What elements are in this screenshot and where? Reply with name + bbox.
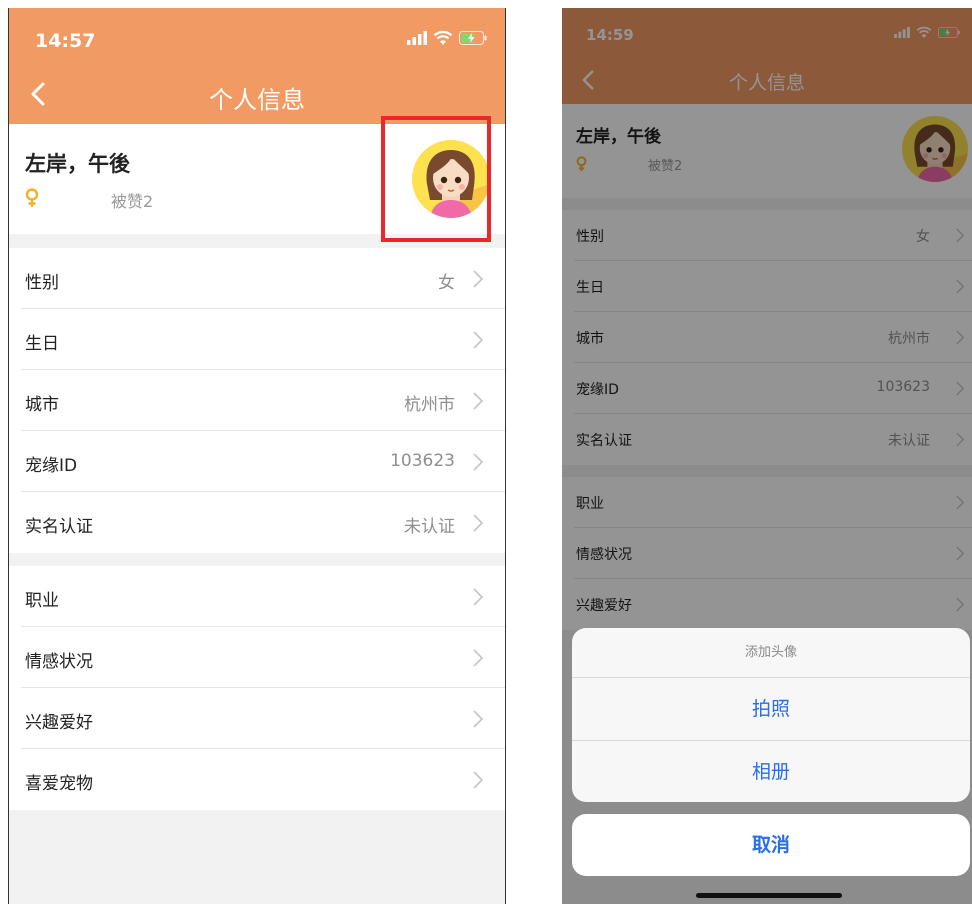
row-label: 性别 xyxy=(25,273,59,293)
row-label: 兴趣爱好 xyxy=(25,713,93,733)
photo-album-button[interactable]: 相册 xyxy=(572,740,970,802)
chevron-right-icon xyxy=(473,270,483,288)
row-value: 未认证 xyxy=(404,517,455,537)
phone-screen-right: 14:59 个人信息 左岸，午後 被赞2 性别 女 生日 城市 杭州市 宠缘ID… xyxy=(562,8,972,904)
profile-name: 左岸，午後 xyxy=(25,152,130,176)
list-row[interactable]: 宠缘ID 103623 xyxy=(9,431,505,492)
nav-header: 14:57 个人信息 xyxy=(9,8,505,124)
row-value: 103623 xyxy=(390,451,455,471)
take-photo-button[interactable]: 拍照 xyxy=(572,678,970,740)
list-row[interactable]: 生日 xyxy=(9,309,505,370)
list-row[interactable]: 喜爱宠物 xyxy=(9,749,505,810)
likes-count: 被赞2 xyxy=(111,192,154,211)
chevron-right-icon xyxy=(473,453,483,471)
chevron-right-icon xyxy=(473,331,483,349)
signal-icon xyxy=(407,30,427,45)
action-sheet-title: 添加头像 xyxy=(572,628,970,678)
chevron-right-icon xyxy=(473,588,483,606)
chevron-right-icon xyxy=(473,392,483,410)
chevron-right-icon xyxy=(473,771,483,789)
chevron-right-icon xyxy=(473,649,483,667)
row-value: 女 xyxy=(438,273,455,293)
list-row[interactable]: 情感状况 xyxy=(9,627,505,688)
page-title: 个人信息 xyxy=(209,86,305,114)
row-label: 情感状况 xyxy=(25,652,93,672)
row-label: 生日 xyxy=(25,334,59,354)
row-label: 宠缘ID xyxy=(25,456,78,476)
list-row[interactable]: 性别 女 xyxy=(9,248,505,309)
status-time: 14:57 xyxy=(35,30,96,52)
chevron-right-icon xyxy=(473,514,483,532)
row-label: 喜爱宠物 xyxy=(25,774,93,794)
row-value: 杭州市 xyxy=(404,395,455,415)
row-label: 城市 xyxy=(25,395,59,415)
action-sheet: 添加头像 拍照 相册 xyxy=(572,628,970,802)
row-label: 职业 xyxy=(25,591,59,611)
chevron-right-icon xyxy=(473,710,483,728)
cancel-button[interactable]: 取消 xyxy=(572,814,970,876)
wifi-icon xyxy=(433,30,453,45)
list-row[interactable]: 职业 xyxy=(9,566,505,627)
list-row[interactable]: 城市 杭州市 xyxy=(9,370,505,431)
battery-charging-icon xyxy=(459,30,487,45)
status-icons xyxy=(407,30,487,45)
home-indicator xyxy=(696,893,842,898)
female-icon xyxy=(25,188,39,207)
avatar-highlight-frame xyxy=(381,116,491,242)
list-row[interactable]: 兴趣爱好 xyxy=(9,688,505,749)
row-label: 实名认证 xyxy=(25,517,93,537)
list-row[interactable]: 实名认证 未认证 xyxy=(9,492,505,553)
